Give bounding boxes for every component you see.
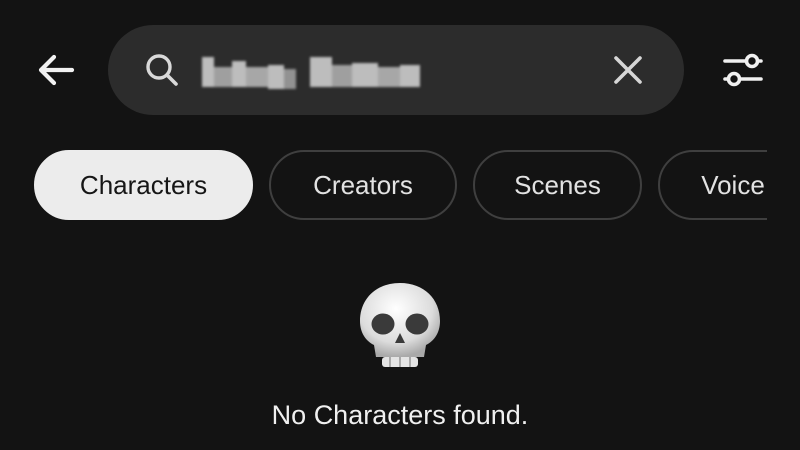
search-bar[interactable] <box>108 25 684 115</box>
tab-scenes[interactable]: Scenes <box>473 150 642 220</box>
search-input[interactable] <box>200 47 620 93</box>
skull-icon <box>350 275 450 375</box>
arrow-left-icon <box>38 54 75 86</box>
clear-search-button[interactable] <box>608 50 648 90</box>
tab-creators[interactable]: Creators <box>269 150 457 220</box>
close-icon <box>614 56 642 84</box>
search-icon <box>146 54 178 86</box>
sliders-icon <box>723 53 763 87</box>
empty-state-message: No Characters found. <box>271 400 529 430</box>
filter-button[interactable] <box>716 44 770 96</box>
search-screen: Characters Creators Scenes Voice No Char… <box>0 0 800 450</box>
tab-voice[interactable]: Voice <box>658 150 767 220</box>
back-button[interactable] <box>30 48 82 92</box>
tab-characters[interactable]: Characters <box>34 150 253 220</box>
category-tabs: Characters Creators Scenes Voice <box>34 150 767 222</box>
